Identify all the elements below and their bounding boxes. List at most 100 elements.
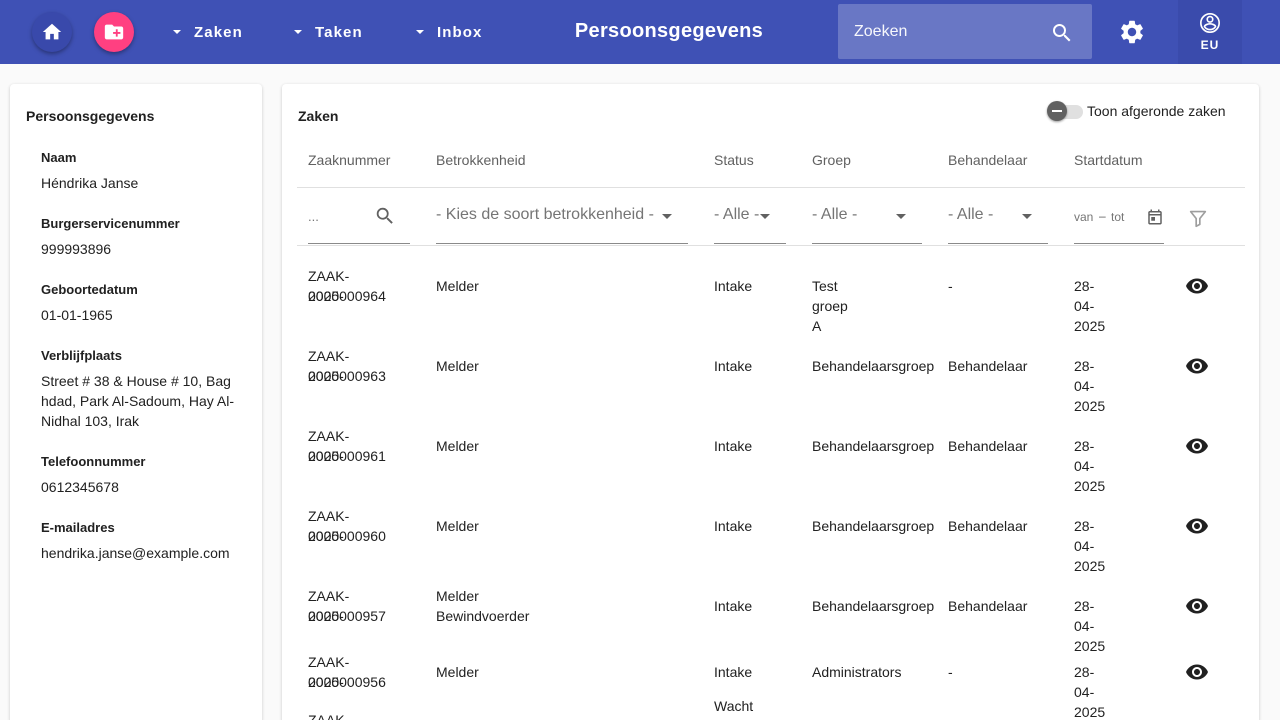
- zaken-card-title: Zaken: [298, 108, 339, 124]
- person-card-title: Persoonsgegevens: [26, 108, 155, 124]
- person-card: Persoonsgegevens Naam Héndrika Janse Bur…: [10, 84, 262, 720]
- dropdown-triangle-icon: [173, 30, 181, 34]
- filter-underline: [1074, 243, 1164, 244]
- filter-icon[interactable]: [1187, 207, 1209, 229]
- startdatum-cell: 28-04-2025: [1074, 664, 1106, 720]
- startdatum-cell: 28-04-2025: [1074, 278, 1106, 334]
- zaken-card: Zaken Toon afgeronde zaken Zaaknummer Be…: [282, 84, 1259, 720]
- toggle-thumb: [1047, 101, 1067, 121]
- view-zaak-eye-icon[interactable]: [1185, 660, 1209, 684]
- create-new-folder-icon: [104, 24, 124, 40]
- field-label-bsn: Burgerservicenummer: [41, 216, 180, 231]
- behandelaar-cell: -: [948, 278, 953, 294]
- groep-filter-value: - Alle -: [812, 206, 858, 223]
- zaaknummer-cell: 0000000961: [308, 448, 386, 464]
- betrokkenheid-cell: Melder: [436, 438, 479, 454]
- dropdown-triangle-icon: [416, 30, 424, 34]
- account-circle-icon: [1200, 13, 1220, 33]
- status-cell: Intake: [714, 358, 753, 374]
- column-header-betrokkenheid[interactable]: Betrokkenheid: [436, 152, 526, 168]
- betrokkenheid-filter-value: - Kies de soort betrokkenheid -: [436, 206, 654, 223]
- filter-underline: [436, 243, 688, 244]
- zaaknummer-cell: 0000000960: [308, 528, 386, 544]
- betrokkenheid-cell: Bewindvoerder: [436, 608, 530, 624]
- search-icon[interactable]: [1050, 21, 1074, 45]
- view-zaak-eye-icon[interactable]: [1185, 354, 1209, 378]
- startdatum-van-input[interactable]: van: [1074, 210, 1093, 224]
- groep-cell: Behandelaarsgroep: [812, 598, 935, 614]
- calendar-icon[interactable]: [1146, 208, 1164, 226]
- zaaknummer-cell: 0000000964: [308, 288, 386, 304]
- column-header-status[interactable]: Status: [714, 152, 754, 168]
- field-label-naam: Naam: [41, 150, 77, 165]
- search-input[interactable]: [854, 4, 1044, 59]
- behandelaar-cell: -: [948, 664, 953, 680]
- column-header-groep[interactable]: Groep: [812, 152, 851, 168]
- menu-taken[interactable]: Taken: [294, 20, 363, 44]
- behandelaar-filter-value: - Alle -: [948, 206, 994, 223]
- groep-cell: Behandelaarsgroep: [812, 518, 935, 534]
- groep-cell: Administrators: [812, 664, 902, 680]
- zaaknummer-cell: 0000000957: [308, 608, 386, 624]
- behandelaar-cell: Behandelaar: [948, 598, 1028, 614]
- date-range-separator: –: [1099, 209, 1106, 223]
- field-value-verblijfplaats: Street # 38 & House # 10, Bag hdad, Park…: [41, 373, 234, 429]
- view-zaak-eye-icon[interactable]: [1185, 594, 1209, 618]
- column-header-zaaknummer[interactable]: Zaaknummer: [308, 152, 390, 168]
- filter-divider: [297, 245, 1245, 246]
- dropdown-arrow-icon: [760, 214, 770, 219]
- filter-underline: [812, 243, 922, 244]
- view-zaak-eye-icon[interactable]: [1185, 434, 1209, 458]
- toon-afgeronde-zaken-label: Toon afgeronde zaken: [1087, 103, 1226, 119]
- top-toolbar: Zaken Taken Inbox Persoonsgegevens EU: [0, 0, 1280, 64]
- create-zaak-button[interactable]: [94, 12, 134, 52]
- startdatum-cell: 28-04-2025: [1074, 438, 1106, 494]
- column-header-behandelaar[interactable]: Behandelaar: [948, 152, 1027, 168]
- menu-zaken[interactable]: Zaken: [173, 20, 243, 44]
- filter-underline: [948, 243, 1048, 244]
- betrokkenheid-cell: Melder: [436, 518, 479, 534]
- menu-taken-label: Taken: [315, 23, 363, 41]
- view-zaak-eye-icon[interactable]: [1185, 514, 1209, 538]
- column-header-startdatum[interactable]: Startdatum: [1074, 152, 1142, 168]
- betrokkenheid-cell: Melder: [436, 664, 479, 680]
- startdatum-tot-input[interactable]: tot: [1111, 210, 1124, 224]
- behandelaar-cell: Behandelaar: [948, 358, 1028, 374]
- betrokkenheid-cell: Melder: [436, 358, 479, 374]
- menu-inbox[interactable]: Inbox: [416, 20, 483, 44]
- dropdown-arrow-icon: [662, 214, 672, 219]
- status-filter-value: - Alle -: [714, 206, 760, 223]
- search-icon[interactable]: [374, 205, 396, 227]
- home-button[interactable]: [32, 12, 72, 52]
- behandelaar-cell: Behandelaar: [948, 518, 1028, 534]
- toon-afgeronde-zaken-toggle[interactable]: [1047, 101, 1083, 121]
- header-divider: [297, 187, 1245, 188]
- dropdown-arrow-icon: [1022, 214, 1032, 219]
- startdatum-cell: 28-04-2025: [1074, 518, 1106, 574]
- dropdown-triangle-icon: [294, 30, 302, 34]
- groep-cell: Behandelaarsgroep: [812, 438, 935, 454]
- view-zaak-eye-icon[interactable]: [1185, 274, 1209, 298]
- menu-inbox-label: Inbox: [437, 23, 483, 41]
- field-value-telefoonnummer: 0612345678: [41, 479, 119, 495]
- status-cell: Intake: [714, 438, 753, 454]
- zaaknummer-filter-placeholder: ...: [308, 209, 319, 224]
- user-menu-button[interactable]: EU: [1178, 0, 1242, 64]
- field-label-emailadres: E-mailadres: [41, 520, 115, 535]
- startdatum-cell: 28-04-2025: [1074, 598, 1106, 654]
- filter-underline: [714, 243, 786, 244]
- status-cell: Intake: [714, 278, 753, 294]
- betrokkenheid-cell: Melder: [436, 278, 479, 294]
- page-title: Persoonsgegevens: [574, 20, 764, 42]
- status-cell: Intake: [714, 598, 753, 614]
- field-label-verblijfplaats: Verblijfplaats: [41, 348, 122, 363]
- settings-icon[interactable]: [1118, 18, 1146, 46]
- status-cell: Wacht op: [714, 698, 754, 720]
- status-cell: Intake: [714, 518, 753, 534]
- groep-cell: Behandelaarsgroep: [812, 358, 935, 374]
- field-label-telefoonnummer: Telefoonnummer: [41, 454, 146, 469]
- dropdown-arrow-icon: [896, 214, 906, 219]
- zaaknummer-cell: 0000000963: [308, 368, 386, 384]
- status-cell: Intake: [714, 664, 753, 680]
- betrokkenheid-cell: Melder: [436, 588, 479, 604]
